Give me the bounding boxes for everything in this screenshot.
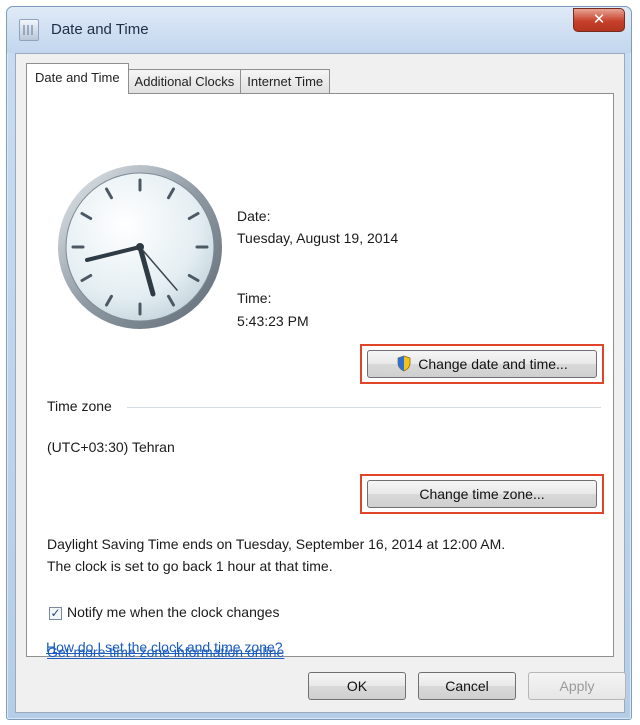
time-zone-divider [127, 407, 601, 408]
uac-shield-icon [397, 355, 411, 372]
clock-center-pin [136, 243, 144, 251]
close-icon: ✕ [592, 11, 606, 28]
date-label: Date: [237, 208, 271, 224]
change-date-and-time-button[interactable]: Change date and time... [367, 350, 597, 378]
dst-notice-line-1: Daylight Saving Time ends on Tuesday, Se… [47, 536, 506, 552]
cancel-button[interactable]: Cancel [418, 672, 516, 700]
close-button[interactable]: ✕ [573, 8, 625, 32]
change-date-and-time-label: Change date and time... [418, 356, 568, 372]
change-time-zone-label: Change time zone... [419, 486, 545, 502]
time-zone-section-label: Time zone [47, 398, 112, 414]
date-value: Tuesday, August 19, 2014 [237, 230, 399, 246]
change-time-zone-button[interactable]: Change time zone... [367, 480, 597, 508]
calendar-clock-icon [19, 19, 39, 41]
tab-date-and-time[interactable]: Date and Time [26, 63, 129, 94]
checkmark-icon: ✓ [50, 606, 61, 620]
ok-button[interactable]: OK [308, 672, 406, 700]
tab-additional-clocks[interactable]: Additional Clocks [127, 69, 242, 94]
apply-button[interactable]: Apply [528, 672, 626, 700]
dialog-client-area: Date and Time Additional Clocks Internet… [15, 53, 626, 713]
dst-notice-line-2: The clock is set to go back 1 hour at th… [47, 558, 333, 574]
date-time-dialog: Date and Time ✕ Date and Time Additional… [6, 6, 632, 720]
title-bar[interactable]: Date and Time ✕ [7, 7, 631, 53]
window-title: Date and Time [51, 21, 149, 38]
time-label: Time: [237, 290, 272, 306]
notify-checkbox[interactable]: ✓ [49, 607, 62, 620]
notify-label[interactable]: Notify me when the clock changes [67, 604, 279, 620]
time-value: 5:43:23 PM [237, 313, 309, 329]
tab-internet-time[interactable]: Internet Time [240, 69, 331, 94]
analog-clock-icon [58, 165, 222, 329]
tab-strip: Date and Time Additional Clocks Internet… [26, 63, 331, 94]
how-to-set-clock-link[interactable]: How do I set the clock and time zone? [46, 639, 283, 655]
time-zone-value: (UTC+03:30) Tehran [47, 439, 175, 455]
tab-panel-date-and-time: Date: Tuesday, August 19, 2014 Time: 5:4… [26, 93, 614, 660]
